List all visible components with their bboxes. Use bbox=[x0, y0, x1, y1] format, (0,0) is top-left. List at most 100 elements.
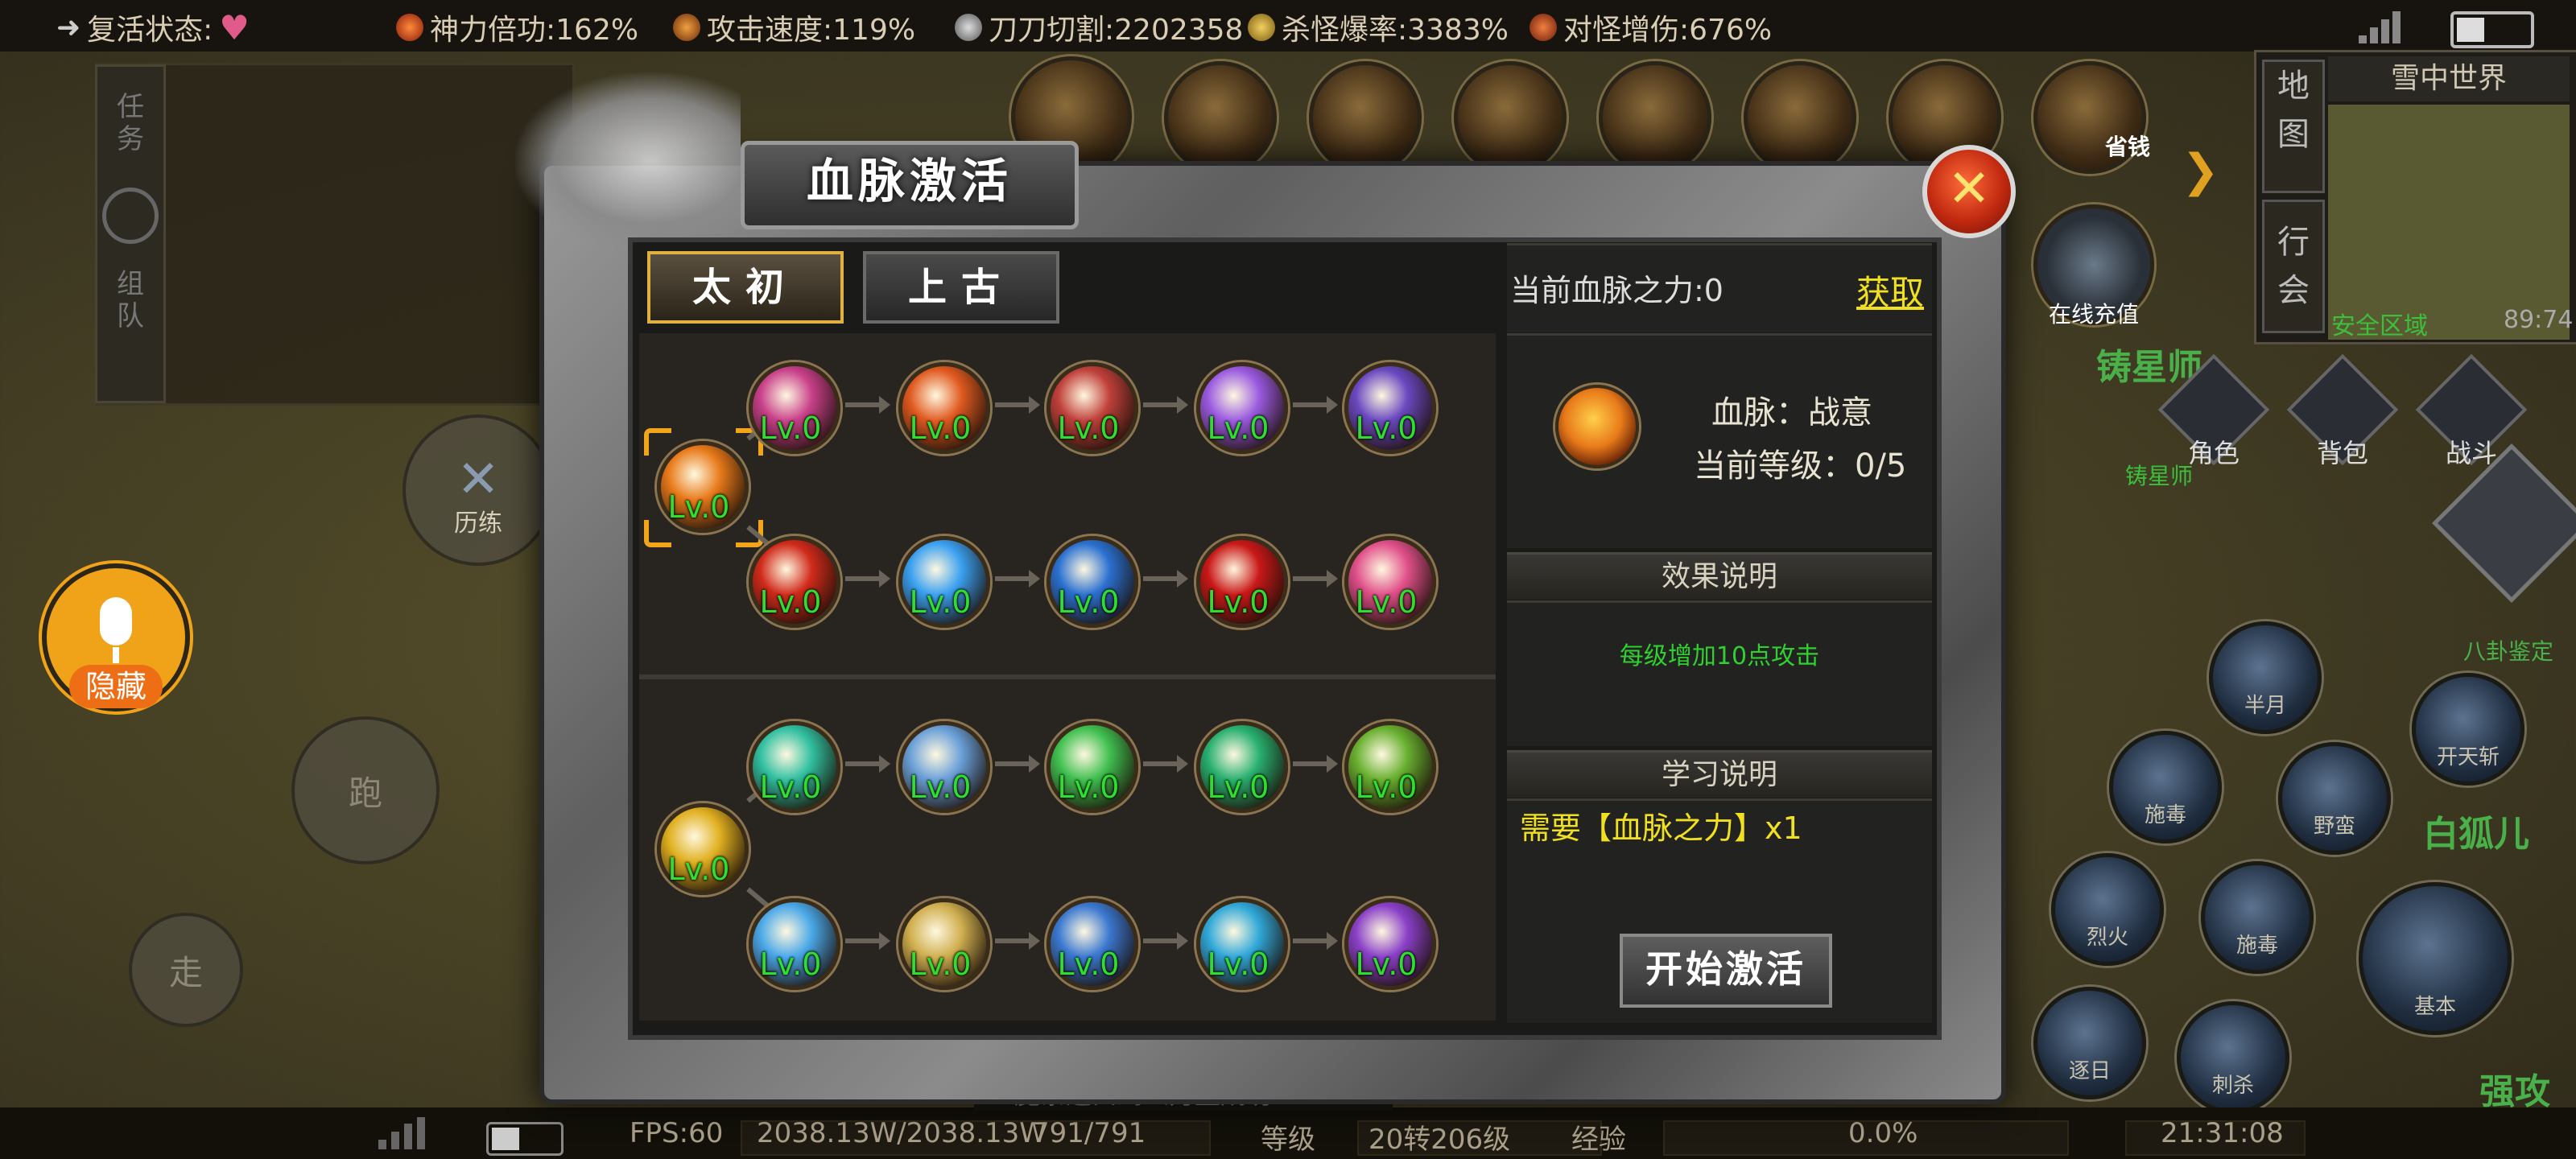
run-button[interactable]: 跑 bbox=[291, 716, 440, 864]
arrow-icon bbox=[845, 932, 890, 950]
character-menu-button[interactable]: 角色 bbox=[2157, 353, 2270, 468]
sword-icon bbox=[1530, 14, 1557, 41]
skill-poison-1[interactable]: 施毒 bbox=[2109, 731, 2222, 843]
selected-bloodline-level: 当前等级：0/5 bbox=[1694, 448, 1907, 485]
tree1-bottom-0-level: Lv.0 bbox=[759, 584, 822, 620]
stat-monster-damage: 对怪增伤:676% bbox=[1530, 6, 1772, 48]
feature-icon-2[interactable] bbox=[1164, 61, 1277, 174]
battery-icon bbox=[2450, 11, 2534, 48]
tree2-top-0-level: Lv.0 bbox=[759, 769, 822, 805]
clock-icon bbox=[673, 14, 700, 41]
flame-icon bbox=[396, 14, 423, 41]
training-button[interactable]: ✕ 历练 bbox=[402, 415, 554, 566]
clock-time: 21:31:08 bbox=[2161, 1117, 2284, 1149]
level-label: 等级 bbox=[1261, 1124, 1315, 1156]
stat-drop-rate: 杀怪爆率:3383% bbox=[1248, 6, 1509, 48]
tree2-bottom-0-level: Lv.0 bbox=[759, 947, 822, 982]
tree1-top-4-level: Lv.0 bbox=[1355, 410, 1418, 446]
expand-arrow-icon[interactable]: ❯ bbox=[2182, 145, 2219, 197]
safe-zone-label: 安全区域 bbox=[2331, 312, 2428, 340]
exp-value: 0.0% bbox=[1848, 1117, 1918, 1149]
stat-divine-power: 神力倍功:162% bbox=[396, 6, 638, 48]
arrow-right-icon: ➜ bbox=[56, 10, 81, 44]
tab-team[interactable]: 组队 bbox=[114, 268, 147, 332]
left-info-panel bbox=[95, 63, 575, 406]
map-tab[interactable]: 地图 bbox=[2262, 60, 2325, 193]
tab-shanggu[interactable]: 上古 bbox=[863, 251, 1059, 324]
bag-menu-button[interactable]: 背包 bbox=[2286, 353, 2399, 468]
fps-label: FPS:60 bbox=[630, 1117, 724, 1149]
arrow-icon bbox=[1293, 396, 1338, 414]
learn-header: 学习说明 bbox=[1507, 750, 1932, 798]
refresh-icon[interactable] bbox=[102, 188, 159, 244]
skill-chase-sun[interactable]: 逐日 bbox=[2033, 987, 2146, 1099]
arrow-icon bbox=[995, 755, 1040, 773]
coords-label: 89:74 bbox=[2504, 306, 2574, 334]
voice-button[interactable]: 隐藏 bbox=[42, 563, 190, 711]
stat-cut-damage: 刀刀切割:2202358 bbox=[955, 6, 1243, 48]
tree2-top-2-level: Lv.0 bbox=[1057, 769, 1120, 805]
tree2-bottom-2-level: Lv.0 bbox=[1057, 947, 1120, 982]
selected-bloodline-name: 血脉：战意 bbox=[1711, 394, 1872, 431]
feature-icon-5[interactable] bbox=[1599, 61, 1711, 174]
minimap[interactable] bbox=[2328, 105, 2570, 340]
close-button[interactable]: ✕ bbox=[1922, 145, 2016, 238]
online-recharge-button[interactable]: 在线充值 bbox=[2033, 204, 2154, 328]
arrow-icon bbox=[995, 396, 1040, 414]
tree2-bottom-1-level: Lv.0 bbox=[909, 947, 972, 982]
signal-bottom-icon bbox=[378, 1117, 435, 1149]
tree1-top-0-level: Lv.0 bbox=[759, 410, 822, 446]
skill-basic-attack[interactable]: 基本 bbox=[2359, 882, 2512, 1035]
skill-savage[interactable]: 野蛮 bbox=[2278, 742, 2391, 855]
tree1-top-1-level: Lv.0 bbox=[909, 410, 972, 446]
activate-button[interactable]: 开始激活 bbox=[1620, 934, 1832, 1008]
tree1-bottom-1-level: Lv.0 bbox=[909, 584, 972, 620]
crossed-swords-icon: ✕ bbox=[456, 450, 500, 509]
skull-icon bbox=[955, 14, 982, 41]
tab-quest[interactable]: 任务 bbox=[114, 91, 147, 155]
arrow-icon bbox=[995, 932, 1040, 950]
revive-status: ➜ 复活状态: ♥ bbox=[56, 7, 250, 47]
arrow-icon bbox=[1143, 932, 1188, 950]
tab-taichu[interactable]: 太初 bbox=[647, 251, 844, 324]
arrow-icon bbox=[1293, 932, 1338, 950]
tree1-bottom-2-level: Lv.0 bbox=[1057, 584, 1120, 620]
tree1-bottom-3-level: Lv.0 bbox=[1207, 584, 1269, 620]
guild-tab[interactable]: 行会 bbox=[2262, 200, 2325, 333]
skill-poison-2[interactable]: 施毒 bbox=[2201, 861, 2314, 974]
arrow-icon bbox=[1143, 570, 1188, 588]
tree2-top-3-level: Lv.0 bbox=[1207, 769, 1269, 805]
save-money-icon[interactable]: 省钱 bbox=[2033, 61, 2150, 174]
tree2-bottom-4-level: Lv.0 bbox=[1355, 947, 1418, 982]
skill-blaze[interactable]: 烈火 bbox=[2051, 853, 2164, 966]
arrow-icon bbox=[995, 570, 1040, 588]
feature-icon-4[interactable] bbox=[1454, 61, 1567, 174]
arrow-icon bbox=[845, 755, 890, 773]
tree1-top-2-level: Lv.0 bbox=[1057, 410, 1120, 446]
fire-orb-icon bbox=[1555, 385, 1639, 468]
side-text-1: 八卦鉴定 bbox=[2463, 638, 2554, 665]
tree2-top-4-level: Lv.0 bbox=[1355, 769, 1418, 805]
skill-assassinate[interactable]: 刺杀 bbox=[2177, 1001, 2289, 1114]
arrow-icon bbox=[845, 396, 890, 414]
close-icon: ✕ bbox=[1947, 159, 1991, 219]
obtain-link[interactable]: 获取 bbox=[1856, 266, 1924, 315]
exp-label: 经验 bbox=[1571, 1124, 1626, 1156]
skill-half-moon[interactable]: 半月 bbox=[2209, 621, 2322, 734]
arrow-icon bbox=[845, 570, 890, 588]
skill-sky-cleave[interactable]: 开天斩 bbox=[2412, 673, 2524, 786]
arrow-icon bbox=[1143, 755, 1188, 773]
arrow-icon bbox=[1143, 396, 1188, 414]
feature-icon-6[interactable] bbox=[1744, 61, 1856, 174]
tree2-bottom-3-level: Lv.0 bbox=[1207, 947, 1269, 982]
dialog-title-plate: 血脉激活 bbox=[741, 141, 1079, 229]
arrow-icon bbox=[1293, 755, 1338, 773]
walk-button[interactable]: 走 bbox=[129, 913, 243, 1027]
signal-icon bbox=[2359, 11, 2402, 43]
arrow-icon bbox=[1293, 570, 1338, 588]
tree1-bottom-4-level: Lv.0 bbox=[1355, 584, 1418, 620]
stat-attack-speed: 攻击速度:119% bbox=[673, 6, 915, 48]
tree2-top-1-level: Lv.0 bbox=[909, 769, 972, 805]
feature-icon-3[interactable] bbox=[1309, 61, 1422, 174]
learn-text: 需要【血脉之力】x1 bbox=[1520, 810, 1802, 846]
